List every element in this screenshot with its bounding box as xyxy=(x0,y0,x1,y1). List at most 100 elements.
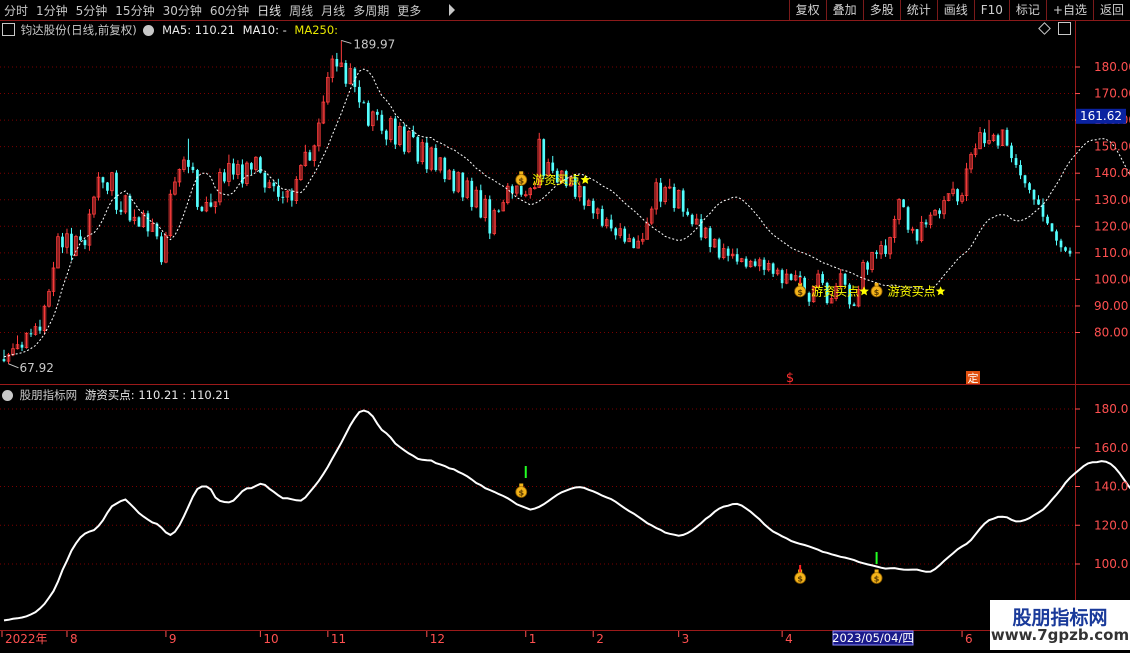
chart-area[interactable]: 80.00 90.00 100.00 110.00 120.00 130.00 140.00… xyxy=(0,21,1130,650)
candle-body xyxy=(290,191,294,201)
maximize-icon[interactable] xyxy=(1058,22,1071,35)
candle-body xyxy=(996,135,1000,146)
period-tab-3[interactable]: 15分钟 xyxy=(111,2,158,19)
period-tab-0[interactable]: 分时 xyxy=(0,2,32,19)
candle-body xyxy=(1010,145,1013,159)
period-tab-2[interactable]: 5分钟 xyxy=(72,2,112,19)
candle xyxy=(690,213,694,227)
candle xyxy=(983,128,986,147)
candle xyxy=(681,188,685,217)
money-bag-sign: $ xyxy=(797,288,803,297)
toolbar-button-3[interactable]: 统计 xyxy=(899,0,937,20)
candle xyxy=(515,185,519,197)
toolbar-button-5[interactable]: F10 xyxy=(973,0,1009,20)
candle-body xyxy=(1064,247,1067,251)
candle xyxy=(928,212,933,229)
candle xyxy=(645,217,649,240)
toolbar-button-1[interactable]: 叠加 xyxy=(825,0,863,20)
ma5-line xyxy=(3,68,1130,358)
period-tab-1[interactable]: 1分钟 xyxy=(32,2,72,19)
candle xyxy=(744,256,748,269)
money-bag-tie xyxy=(874,282,879,286)
period-tab-5[interactable]: 60分钟 xyxy=(206,2,253,19)
toolbar-button-0[interactable]: 复权 xyxy=(788,0,826,20)
price-tick-label: 110.00 xyxy=(1094,246,1130,260)
candle xyxy=(712,238,717,248)
candle xyxy=(766,260,771,272)
more-arrow-icon[interactable] xyxy=(449,4,455,16)
candle xyxy=(497,209,501,213)
kline-chart-svg[interactable]: 80.00 90.00 100.00 110.00 120.00 130.00 140.00… xyxy=(0,21,1130,650)
toolbar-buttons: 复权 叠加 多股 统计 画线 F10 标记 +自选 返回 xyxy=(788,0,1130,20)
period-tab-4[interactable]: 30分钟 xyxy=(159,2,206,19)
high-pointer xyxy=(341,39,352,44)
indicator-source[interactable]: 股朋指标网 xyxy=(20,388,78,402)
candle xyxy=(897,198,901,225)
candle-body xyxy=(1032,189,1036,200)
period-tab-9[interactable]: 多周期 xyxy=(349,2,393,19)
candle-body xyxy=(461,172,465,198)
candle-body xyxy=(308,152,312,161)
period-tab-7[interactable]: 周线 xyxy=(285,2,317,19)
candle-body xyxy=(510,186,514,194)
candle-body xyxy=(956,189,959,202)
candle xyxy=(821,271,824,286)
candle-body xyxy=(70,233,73,256)
candle xyxy=(956,188,959,206)
toolbar: 分时 1分钟 5分钟 15分钟 30分钟 60分钟 日线 周线 月线 多周期 更多 复权 叠加 多股 统计… xyxy=(0,0,1130,21)
candle xyxy=(1059,238,1063,252)
candle xyxy=(425,137,429,173)
candle-body xyxy=(101,177,105,183)
candle-body xyxy=(61,236,64,248)
candle xyxy=(6,352,11,364)
toolbar-button-8[interactable]: 返回 xyxy=(1092,0,1130,20)
candle-body xyxy=(902,199,905,208)
candle xyxy=(614,227,618,240)
date-label-9: 4 xyxy=(785,632,793,646)
candle-body xyxy=(209,202,213,207)
candle xyxy=(160,232,163,265)
candle-body xyxy=(443,157,447,180)
candle xyxy=(357,80,361,108)
candle xyxy=(663,185,667,205)
candle xyxy=(996,133,1000,149)
candle xyxy=(600,205,604,228)
period-tab-6[interactable]: 日线 xyxy=(253,2,285,19)
candle xyxy=(429,146,434,172)
candle xyxy=(1064,246,1067,253)
candle xyxy=(191,162,195,173)
candle-body xyxy=(866,262,869,270)
candle xyxy=(1041,198,1045,222)
window-icon[interactable] xyxy=(2,23,15,36)
period-tab-8[interactable]: 月线 xyxy=(317,2,349,19)
candle-body xyxy=(726,248,730,256)
candle xyxy=(1023,174,1027,188)
candle-body xyxy=(128,195,132,221)
period-tab-10[interactable]: 更多 xyxy=(393,2,425,19)
chevron-down-icon[interactable] xyxy=(143,25,155,36)
stock-title[interactable]: 钧达股份(日线,前复权) xyxy=(21,23,137,37)
candle xyxy=(987,120,991,145)
cursor-date-label: 2023/05/04/四 xyxy=(832,631,914,645)
watermark: 股朋指标网 www.7gpzb.com xyxy=(990,600,1130,650)
axis-lines xyxy=(0,21,1130,631)
candle xyxy=(866,260,869,275)
candle xyxy=(272,180,276,192)
toolbar-button-6[interactable]: 标记 xyxy=(1008,0,1046,20)
candle xyxy=(676,189,681,209)
toolbar-button-7[interactable]: +自选 xyxy=(1045,0,1093,20)
candle xyxy=(42,304,47,335)
candle-body xyxy=(488,199,492,234)
candle xyxy=(924,219,928,228)
toolbar-button-4[interactable]: 画线 xyxy=(936,0,974,20)
toolbar-button-2[interactable]: 多股 xyxy=(862,0,900,20)
low-pointer xyxy=(8,363,19,369)
candle xyxy=(285,189,290,203)
candle xyxy=(33,323,38,336)
candle xyxy=(438,157,443,173)
date-label-6: 1 xyxy=(529,632,537,646)
indicator-menu-icon[interactable] xyxy=(2,390,13,401)
watermark-url: www.7gpzb.com xyxy=(990,626,1130,644)
candle xyxy=(717,237,721,260)
candle xyxy=(106,181,109,195)
